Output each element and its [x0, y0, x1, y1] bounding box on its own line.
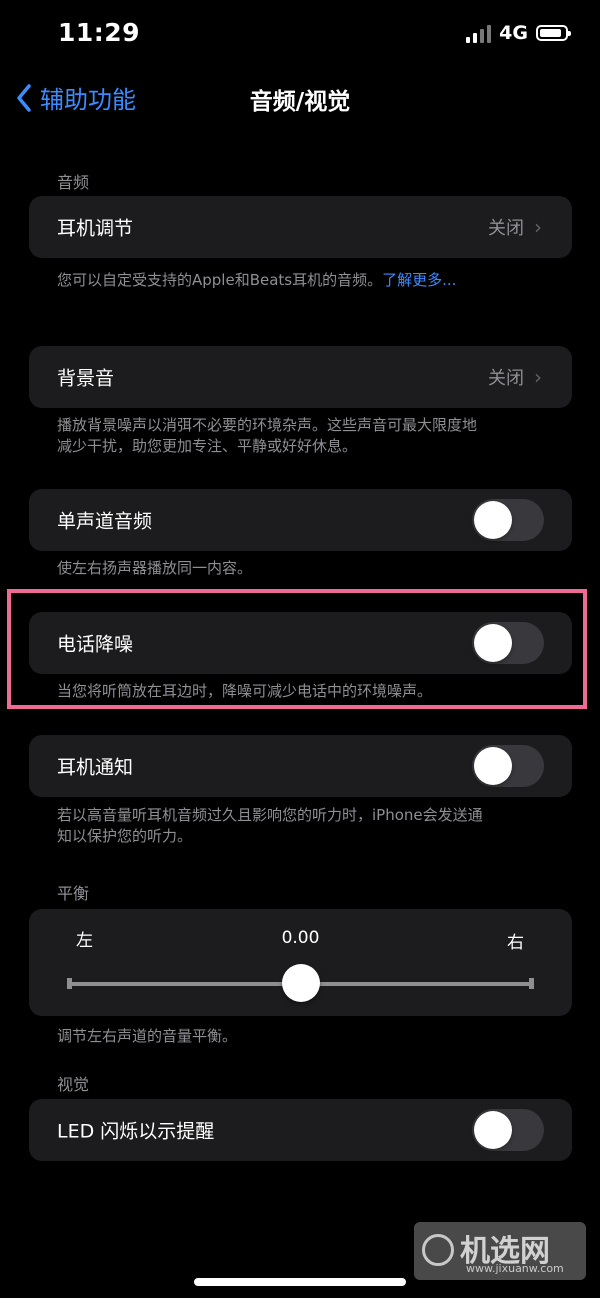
headphone-accommodations-row[interactable]: 耳机调节 关闭 › — [29, 196, 572, 258]
footnote-line: 减少干扰，助您更加专注、平静或好好休息。 — [57, 437, 358, 455]
slider-right-tick — [529, 978, 534, 989]
watermark-sub: www.jixuanw.com — [466, 1262, 564, 1275]
toggle-knob — [474, 1111, 512, 1149]
cellular-signal-icon — [466, 23, 492, 43]
watermark-logo-icon — [422, 1234, 454, 1266]
toggle-knob — [474, 501, 512, 539]
phone-noise-cancellation-footnote: 当您将听筒放在耳边时，降噪可减少电话中的环境噪声。 — [57, 682, 433, 700]
footnote-line: 知以保护您的听力。 — [57, 827, 193, 845]
phone-noise-cancellation-toggle[interactable] — [472, 622, 544, 664]
phone-noise-cancellation-label: 电话降噪 — [57, 633, 134, 656]
balance-right-label: 右 — [507, 933, 524, 953]
back-label: 辅助功能 — [40, 86, 136, 114]
back-button[interactable]: 辅助功能 — [16, 80, 136, 115]
footnote-line: 若以高音量听耳机音频过久且影响您的听力时，iPhone会发送通 — [57, 806, 483, 824]
section-header-balance: 平衡 — [57, 884, 90, 903]
background-sounds-label: 背景音 — [57, 367, 115, 390]
footnote-text: 您可以自定受支持的Apple和Beats耳机的音频。 — [57, 271, 383, 289]
network-type: 4G — [499, 22, 528, 44]
led-flash-toggle[interactable] — [472, 1109, 544, 1151]
headphone-notifications-row: 耳机通知 — [29, 735, 572, 797]
headphone-notifications-toggle[interactable] — [472, 745, 544, 787]
home-indicator[interactable] — [194, 1278, 406, 1286]
footnote-line: 播放背景噪声以消弭不必要的环境杂声。这些声音可最大限度地 — [57, 416, 478, 434]
headphone-accommodations-label: 耳机调节 — [57, 217, 134, 240]
balance-footnote: 调节左右声道的音量平衡。 — [57, 1027, 238, 1045]
watermark: 机选网 www.jixuanw.com — [414, 1222, 586, 1280]
headphone-notifications-label: 耳机通知 — [57, 756, 134, 779]
balance-value: 0.00 — [281, 928, 320, 948]
section-header-audio: 音频 — [57, 173, 90, 192]
led-flash-row: LED 闪烁以示提醒 — [29, 1099, 572, 1161]
chevron-right-icon: › — [534, 365, 542, 389]
phone-noise-cancellation-row: 电话降噪 — [29, 612, 572, 674]
toggle-knob — [474, 624, 512, 662]
mono-audio-label: 单声道音频 — [57, 510, 153, 533]
background-sounds-row[interactable]: 背景音 关闭 › — [29, 346, 572, 408]
status-icons: 4G — [466, 22, 571, 44]
headphone-accommodations-value-group: 关闭 › — [488, 214, 542, 240]
background-sounds-value: 关闭 — [488, 368, 524, 389]
toggle-knob — [474, 747, 512, 785]
chevron-left-icon — [17, 83, 31, 112]
learn-more-link[interactable]: 了解更多... — [382, 271, 456, 289]
mono-audio-footnote: 使左右扬声器播放同一内容。 — [57, 559, 253, 577]
balance-slider-thumb[interactable] — [281, 964, 320, 1002]
led-flash-label: LED 闪烁以示提醒 — [57, 1120, 215, 1143]
headphone-accommodations-value: 关闭 — [488, 218, 524, 239]
chevron-right-icon: › — [534, 215, 542, 239]
status-time: 11:29 — [58, 18, 141, 47]
battery-icon — [536, 25, 571, 41]
headphone-accommodations-footnote: 您可以自定受支持的Apple和Beats耳机的音频。了解更多... — [57, 270, 557, 291]
background-sounds-value-group: 关闭 › — [488, 364, 542, 390]
headphone-notifications-footnote: 若以高音量听耳机音频过久且影响您的听力时，iPhone会发送通 知以保护您的听力… — [57, 805, 557, 847]
balance-row: 左 0.00 右 — [29, 909, 572, 1016]
mono-audio-toggle[interactable] — [472, 499, 544, 541]
section-header-visual: 视觉 — [57, 1075, 90, 1094]
mono-audio-row: 单声道音频 — [29, 489, 572, 551]
background-sounds-footnote: 播放背景噪声以消弭不必要的环境杂声。这些声音可最大限度地 减少干扰，助您更加专注… — [57, 415, 557, 457]
